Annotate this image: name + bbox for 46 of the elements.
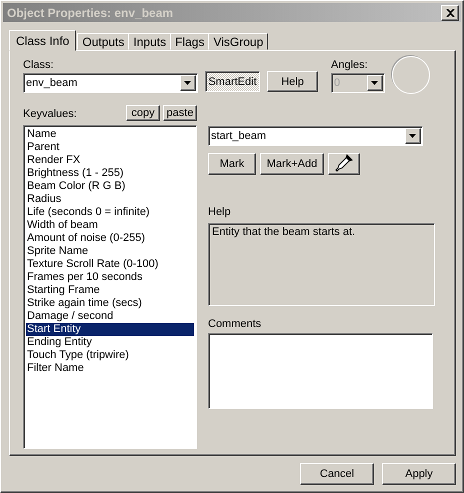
help-text: Entity that the beam starts at. xyxy=(212,226,356,238)
window-title: Object Properties: env_beam xyxy=(7,6,174,20)
class-label: Class: xyxy=(23,59,55,72)
list-item[interactable]: Sprite Name xyxy=(26,245,194,258)
list-item[interactable]: Render FX xyxy=(26,154,194,167)
tab[interactable]: Outputs xyxy=(77,33,130,50)
close-icon xyxy=(446,8,454,16)
tab[interactable]: Class Info xyxy=(9,30,76,51)
list-item[interactable]: Amount of noise (0-255) xyxy=(26,232,194,245)
value-dropdown[interactable]: start_beam xyxy=(208,126,423,146)
list-item[interactable]: Parent xyxy=(26,141,194,154)
list-item[interactable]: Name xyxy=(26,128,194,141)
eyedropper-button[interactable] xyxy=(328,153,360,175)
list-item[interactable]: Start Entity xyxy=(26,323,194,336)
list-item[interactable]: Strike again time (secs) xyxy=(26,297,194,310)
dialog-button[interactable]: Cancel xyxy=(300,463,374,485)
mark-add-button[interactable]: Mark+Add xyxy=(260,153,324,175)
comments-field[interactable] xyxy=(208,333,433,409)
copy-button[interactable]: copy xyxy=(126,105,160,121)
list-item[interactable]: Starting Frame xyxy=(26,284,194,297)
close-button[interactable] xyxy=(441,4,459,20)
eyedropper-icon xyxy=(335,154,353,172)
list-item[interactable]: Texture Scroll Rate (0-100) xyxy=(26,258,194,271)
class-dropdown[interactable]: env_beam xyxy=(23,73,198,93)
keyvalues-label: Keyvalues: xyxy=(23,108,77,121)
help-button[interactable]: Help xyxy=(267,71,318,92)
dialog-button[interactable]: Apply xyxy=(382,463,456,485)
tab[interactable]: Inputs xyxy=(128,33,172,50)
comments-label: Comments xyxy=(208,318,262,331)
list-item[interactable]: Radius xyxy=(26,193,194,206)
list-item[interactable]: Frames per 10 seconds xyxy=(26,271,194,284)
tab[interactable]: VisGroup xyxy=(208,33,268,50)
list-item[interactable]: Ending Entity xyxy=(26,336,194,349)
mark-button[interactable]: Mark xyxy=(208,153,256,175)
list-item[interactable]: Filter Name xyxy=(26,362,194,375)
list-item[interactable]: Damage / second xyxy=(26,310,194,323)
angles-label: Angles: xyxy=(331,59,369,72)
list-item[interactable]: Brightness (1 - 255) xyxy=(26,167,194,180)
list-item[interactable]: Beam Color (R G B) xyxy=(26,180,194,193)
smartedit-button[interactable]: SmartEdit xyxy=(205,71,260,92)
list-item[interactable]: Touch Type (tripwire) xyxy=(26,349,194,362)
list-item[interactable]: Life (seconds 0 = infinite) xyxy=(26,206,194,219)
tab[interactable]: Flags xyxy=(170,33,210,50)
help-label: Help xyxy=(208,206,232,219)
paste-button[interactable]: paste xyxy=(163,105,197,121)
list-item[interactable]: Width of beam xyxy=(26,219,194,232)
